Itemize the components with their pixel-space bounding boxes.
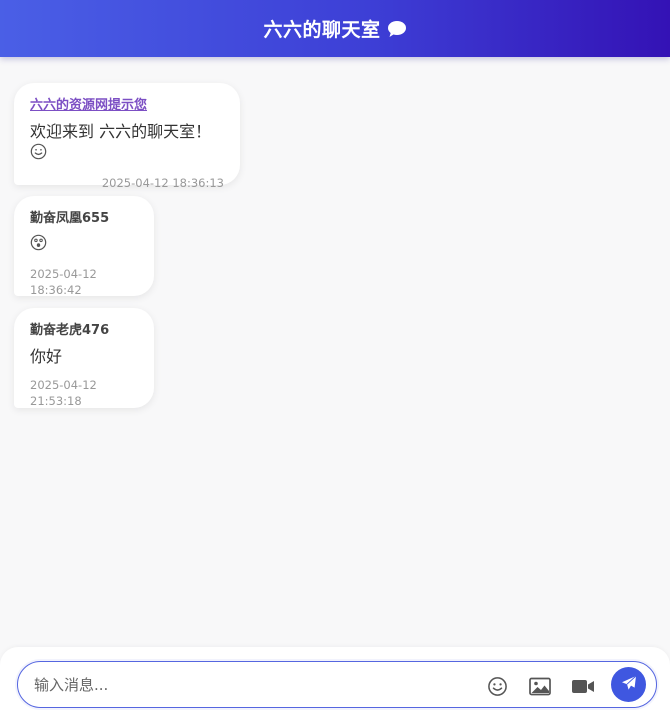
message-timestamp: 2025-04-12 18:36:42 — [30, 267, 97, 297]
chat-app: 六六的聊天室 六六的资源网提示您 欢迎来到 六六的聊天室！ 2025-04-12… — [0, 0, 670, 726]
chat-header: 六六的聊天室 — [0, 0, 670, 57]
message-sender: 勤奋凤凰655 — [30, 211, 110, 226]
message-input-box — [17, 661, 657, 708]
message-item: 六六的资源网提示您 欢迎来到 六六的聊天室！ 2025-04-12 18:36:… — [14, 83, 240, 190]
message-text: 欢迎来到 六六的聊天室！ — [30, 121, 224, 166]
message-text: 你好 — [30, 347, 63, 366]
chat-bubble-icon — [387, 20, 407, 38]
send-button[interactable] — [611, 667, 646, 702]
surprised-face-icon — [30, 234, 47, 257]
message-timestamp: 2025-04-12 18:36:13 — [101, 176, 224, 190]
message-timestamp: 2025-04-12 21:53:18 — [30, 378, 97, 408]
video-icon[interactable] — [570, 673, 596, 699]
message-composer — [0, 647, 670, 726]
image-icon[interactable] — [527, 673, 553, 699]
send-icon — [621, 675, 637, 694]
smile-icon — [30, 143, 47, 166]
message-item: 勤奋凤凰655 2025-04-12 18:36:42 — [14, 196, 154, 297]
message-list[interactable]: 六六的资源网提示您 欢迎来到 六六的聊天室！ 2025-04-12 18:36:… — [0, 57, 670, 647]
message-sender-link[interactable]: 六六的资源网提示您 — [30, 97, 224, 115]
message-item: 勤奋老虎476 你好 2025-04-12 21:53:18 — [14, 308, 154, 408]
emoji-icon[interactable] — [484, 673, 510, 699]
chat-room-title: 六六的聊天室 — [263, 19, 381, 41]
message-sender: 勤奋老虎476 — [30, 323, 110, 338]
message-input[interactable] — [34, 671, 474, 699]
message-text — [30, 234, 138, 257]
message-text-content: 欢迎来到 六六的聊天室！ — [30, 122, 212, 141]
